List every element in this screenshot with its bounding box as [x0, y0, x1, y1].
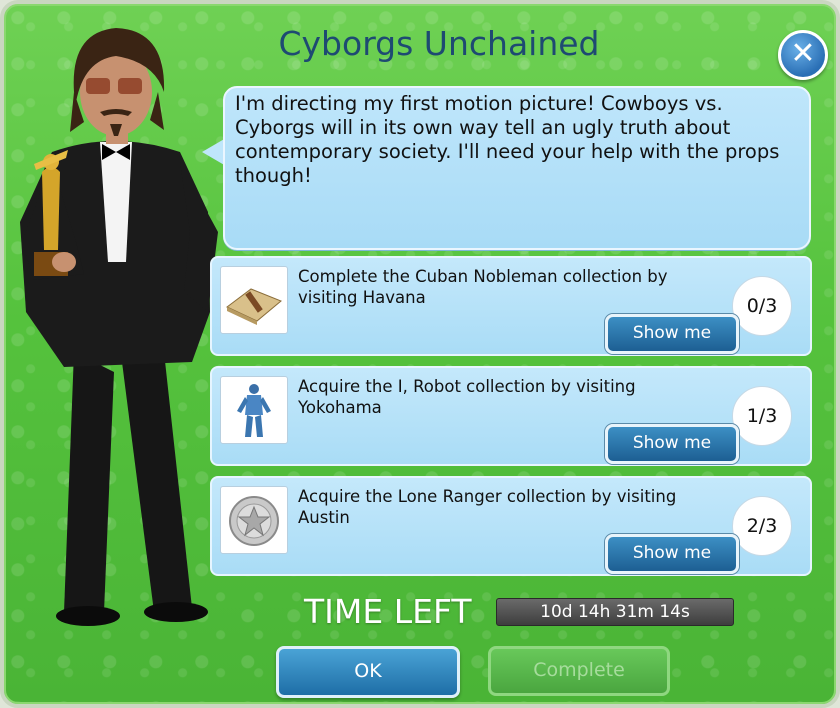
task-description: Acquire the I, Robot collection by visit…: [298, 377, 636, 417]
task-progress: 2/3: [732, 496, 792, 556]
show-me-button[interactable]: Show me: [605, 534, 739, 574]
task-progress: 1/3: [732, 386, 792, 446]
time-left-label: TIME LEFT: [304, 592, 472, 631]
speech-text: I'm directing my first motion picture! C…: [235, 92, 780, 187]
task-description: Complete the Cuban Nobleman collection b…: [298, 267, 668, 307]
dialog-title: Cyborgs Unchained: [278, 24, 600, 63]
sheriff-badge-icon: [220, 486, 288, 554]
task-description: Acquire the Lone Ranger collection by vi…: [298, 487, 677, 527]
countdown-timer: 10d 14h 31m 14s: [496, 598, 734, 626]
quest-dialog: Cyborgs Unchained ✕ I'm directing my fir…: [0, 0, 840, 708]
task-row-lone-ranger: Acquire the Lone Ranger collection by vi…: [210, 476, 812, 576]
close-icon[interactable]: ✕: [778, 30, 828, 80]
task-progress: 0/3: [732, 276, 792, 336]
cigar-box-icon: [220, 266, 288, 334]
task-row-i-robot: Acquire the I, Robot collection by visit…: [210, 366, 812, 466]
complete-button: Complete: [488, 646, 670, 696]
robot-figure-icon: [220, 376, 288, 444]
task-row-cuban-nobleman: Complete the Cuban Nobleman collection b…: [210, 256, 812, 356]
speech-bubble: I'm directing my first motion picture! C…: [223, 86, 811, 250]
show-me-button[interactable]: Show me: [605, 424, 739, 464]
show-me-button[interactable]: Show me: [605, 314, 739, 354]
ok-button[interactable]: OK: [276, 646, 460, 698]
director-character-illustration: [20, 28, 218, 626]
